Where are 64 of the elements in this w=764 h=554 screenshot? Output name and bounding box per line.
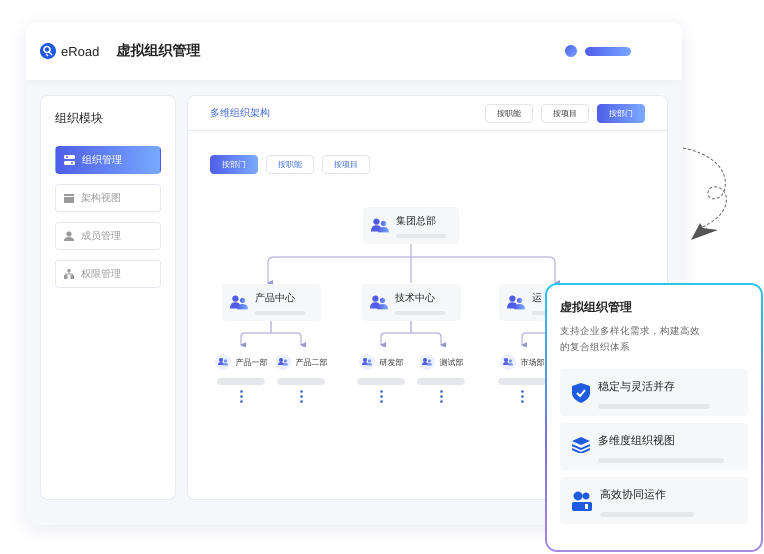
connector-line xyxy=(410,244,412,283)
org-node[interactable]: 技术中心 xyxy=(362,284,461,321)
placeholder-bar xyxy=(357,378,405,385)
view-tab[interactable]: 按部门 xyxy=(210,155,258,174)
filter-tab[interactable]: 按部门 xyxy=(597,104,645,122)
sidebar-title: 组织模块 xyxy=(55,110,104,127)
people-icon xyxy=(371,218,389,233)
feature-label: 高效协同运作 xyxy=(600,488,667,502)
person-icon xyxy=(64,231,74,241)
people-icon xyxy=(500,354,516,370)
people-icon xyxy=(358,354,374,370)
page-title: 虚拟组织管理 xyxy=(116,42,200,60)
view-tab[interactable]: 按职能 xyxy=(266,155,314,174)
user-name-placeholder xyxy=(585,46,631,56)
node-label: 运 xyxy=(532,292,543,304)
people-icon xyxy=(418,354,434,370)
view-tab[interactable]: 按项目 xyxy=(322,155,370,174)
more-icon[interactable] xyxy=(380,390,382,403)
toggle-icon xyxy=(64,155,75,165)
placeholder-bar xyxy=(217,378,265,385)
org-node[interactable]: 集团总部 xyxy=(363,207,459,244)
department-label: 产品二部 xyxy=(296,356,328,368)
node-label: 技术中心 xyxy=(395,292,436,304)
more-icon[interactable] xyxy=(520,390,524,403)
logo-text: eRoad xyxy=(61,44,100,58)
people-icon xyxy=(230,295,248,310)
placeholder-bar xyxy=(417,378,465,385)
sidebar-item[interactable]: 组织管理 xyxy=(55,146,161,174)
department-label: 测试部 xyxy=(440,356,464,368)
people-icon xyxy=(274,354,290,370)
placeholder-bar xyxy=(498,378,546,385)
org-node[interactable]: 运 xyxy=(499,284,546,321)
team-icon xyxy=(572,491,592,511)
more-icon[interactable] xyxy=(440,390,442,403)
org-node[interactable]: 产品中心 xyxy=(222,284,321,321)
people-icon xyxy=(214,354,230,370)
sidebar-item[interactable]: 权限管理 xyxy=(55,260,161,288)
node-label: 集团总部 xyxy=(396,214,437,228)
placeholder-bar xyxy=(277,378,325,385)
shield-check-icon xyxy=(572,383,590,403)
department-label: 产品一部 xyxy=(236,356,268,368)
panel-title: 多维组织架构 xyxy=(210,106,270,120)
department-label: 市场部 xyxy=(520,356,544,368)
more-icon[interactable] xyxy=(300,390,302,403)
card-title: 虚拟组织管理 xyxy=(560,299,633,316)
connector-arrow xyxy=(410,321,446,347)
department-label: 研发部 xyxy=(380,356,404,368)
feature-label: 多维度组织视图 xyxy=(598,434,676,448)
people-icon xyxy=(507,295,525,310)
hierarchy-icon xyxy=(64,269,74,279)
filter-tab[interactable]: 按职能 xyxy=(485,104,533,122)
layout-icon xyxy=(64,194,74,202)
people-icon xyxy=(370,295,388,310)
sidebar-item[interactable]: 架构视图 xyxy=(55,184,161,212)
layers-icon xyxy=(572,437,590,453)
node-label: 产品中心 xyxy=(255,292,296,304)
filter-tab[interactable]: 按项目 xyxy=(541,104,589,122)
sidebar-item[interactable]: 成员管理 xyxy=(55,222,161,250)
avatar-icon[interactable] xyxy=(565,45,577,57)
more-icon[interactable] xyxy=(240,390,242,403)
connector-arrow xyxy=(270,321,306,347)
feature-label: 稳定与灵活并存 xyxy=(598,380,676,394)
logo-icon xyxy=(40,43,56,59)
card-description: 支持企业多样化需求，构建高效的复合组织体系 xyxy=(560,325,701,355)
